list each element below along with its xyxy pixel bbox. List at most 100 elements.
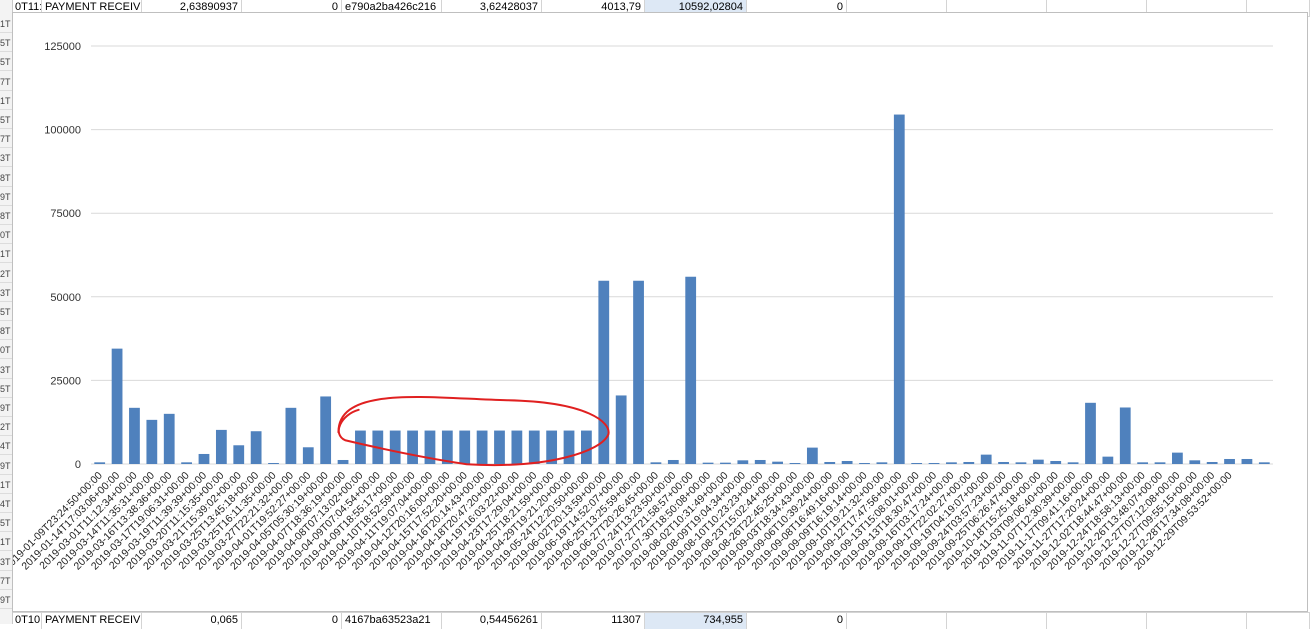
bar xyxy=(737,460,749,464)
bar xyxy=(233,445,245,464)
y-tick-label: 75000 xyxy=(50,208,81,220)
bar xyxy=(581,430,592,464)
bar xyxy=(146,419,158,464)
row-number[interactable]: 8T xyxy=(0,170,12,187)
y-tick-label: 25000 xyxy=(50,375,81,387)
row-number[interactable]: 9T xyxy=(0,458,12,475)
row-number[interactable]: 1T xyxy=(0,246,12,264)
row-number[interactable]: 3T xyxy=(0,554,12,571)
bar xyxy=(1085,402,1096,464)
bar xyxy=(980,454,992,464)
row-number[interactable]: 7T xyxy=(0,74,12,91)
bar xyxy=(215,429,227,464)
row-number[interactable]: 0T xyxy=(0,227,12,245)
bar xyxy=(111,348,123,464)
bar xyxy=(824,461,836,464)
cell[interactable]: 4167ba63523a21 xyxy=(342,613,442,629)
row-number[interactable]: 5T xyxy=(0,381,12,398)
bar xyxy=(772,461,783,464)
bar xyxy=(754,459,766,464)
cell[interactable] xyxy=(1147,613,1247,629)
bar xyxy=(789,462,801,464)
y-tick-label: 0 xyxy=(75,459,81,471)
cell-row-label[interactable]: 0T10:2 xyxy=(12,613,42,629)
row-number[interactable]: 5T xyxy=(0,54,12,72)
bar xyxy=(1137,462,1149,464)
bar xyxy=(441,430,453,464)
y-tick-label: 125000 xyxy=(44,41,81,53)
bar xyxy=(633,280,644,464)
cell[interactable] xyxy=(1247,613,1310,629)
bar xyxy=(1189,460,1201,464)
bar xyxy=(528,430,540,464)
bar xyxy=(476,430,488,464)
bar-chart[interactable]: 0 25000 50000 75000 100000 125000 2019-01-09T2… xyxy=(12,12,1308,612)
bar xyxy=(494,430,505,464)
cell[interactable]: 0 xyxy=(747,613,847,629)
bar xyxy=(389,430,401,464)
row-number[interactable]: 4T xyxy=(0,438,12,456)
bar xyxy=(94,462,106,464)
bar xyxy=(685,276,697,464)
cell[interactable]: 0 xyxy=(242,613,342,629)
cell[interactable] xyxy=(1047,613,1147,629)
cell-selected[interactable]: 734,955 xyxy=(645,613,747,629)
cell[interactable]: 11307 xyxy=(542,613,645,629)
bar xyxy=(1102,456,1114,464)
y-tick-label: 100000 xyxy=(44,125,81,137)
row-number[interactable]: 7T xyxy=(0,573,12,590)
bar xyxy=(563,430,575,464)
row-number[interactable]: 1T xyxy=(0,534,12,552)
bar xyxy=(129,407,140,464)
row-number[interactable]: 9T xyxy=(0,400,12,417)
row-number[interactable]: 1T xyxy=(0,16,12,33)
row-number[interactable]: 5T xyxy=(0,112,12,129)
bar xyxy=(1067,462,1079,464)
bar xyxy=(946,462,957,464)
row-number[interactable]: 5T xyxy=(0,515,12,533)
row-number[interactable]: 4T xyxy=(0,496,12,513)
row-number[interactable]: 3T xyxy=(0,362,12,379)
row-number[interactable]: 0T xyxy=(0,342,12,360)
bar xyxy=(407,430,418,464)
row-number[interactable]: 9T xyxy=(0,592,12,609)
cell[interactable] xyxy=(847,613,947,629)
bar xyxy=(615,395,627,464)
row-number[interactable]: 1T xyxy=(0,477,12,494)
y-tick-label: 50000 xyxy=(50,292,81,304)
bar xyxy=(859,462,870,464)
sheet-row-bottom: 0T10:2 PAYMENT RECEIVE 0,065 0 4167ba635… xyxy=(0,612,1310,629)
bar xyxy=(1241,458,1253,464)
row-number[interactable]: 5T xyxy=(0,304,12,321)
row-number[interactable]: 1T xyxy=(0,93,12,110)
row-number[interactable]: 8T xyxy=(0,323,12,341)
row-number[interactable]: 2T xyxy=(0,266,12,283)
bar xyxy=(893,114,905,464)
cell[interactable]: PAYMENT RECEIVE xyxy=(42,613,142,629)
bar xyxy=(1224,458,1235,464)
cell[interactable] xyxy=(947,613,1047,629)
bar xyxy=(998,461,1009,464)
row-number[interactable]: 9T xyxy=(0,189,12,206)
row-number[interactable]: 3T xyxy=(0,150,12,168)
cell[interactable]: 0,065 xyxy=(142,613,242,629)
bar xyxy=(198,453,210,464)
bar xyxy=(511,430,523,464)
row-number[interactable]: 2T xyxy=(0,419,12,437)
bar xyxy=(806,447,818,464)
bar xyxy=(1032,459,1044,464)
chart-canvas: 02500050000750001000001250002019-01-09T2… xyxy=(13,41,1273,572)
row-number[interactable]: 3T xyxy=(0,285,12,302)
bar xyxy=(1206,461,1218,464)
bar xyxy=(911,462,923,464)
row-number[interactable]: 5T xyxy=(0,35,12,53)
row-number[interactable]: 8T xyxy=(0,208,12,225)
bar xyxy=(285,407,297,464)
row-number[interactable]: 7T xyxy=(0,131,12,149)
cell[interactable]: 0,54456261 xyxy=(442,613,542,629)
bar xyxy=(181,462,192,464)
bar xyxy=(928,462,940,464)
bar xyxy=(702,462,714,464)
bar xyxy=(1258,462,1270,464)
bar xyxy=(876,462,888,464)
